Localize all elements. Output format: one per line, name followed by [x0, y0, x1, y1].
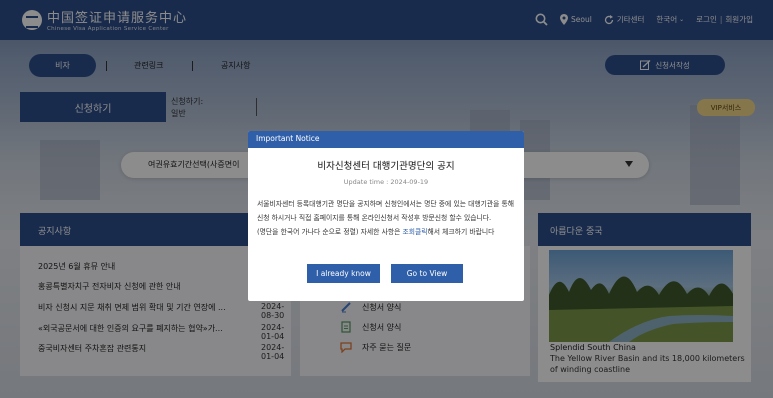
- modal-body-paragraph: 서울비자센터 등록대행기관 명단을 공지하며 신청인에서는 명단 중에 있는 대…: [257, 200, 515, 222]
- important-notice-modal: Important Notice 비자신청센터 대행기관명단의 공지 Updat…: [248, 131, 524, 301]
- go-to-view-button[interactable]: Go to View: [391, 264, 463, 283]
- modal-body: 서울비자센터 등록대행기관 명단을 공지하며 신청인에서는 명단 중에 있는 대…: [257, 197, 517, 239]
- lookup-click-link[interactable]: 조회클릭: [403, 228, 428, 236]
- already-know-button[interactable]: I already know: [307, 264, 380, 283]
- modal-body-text: 해서 체크하기 바랍니다: [427, 228, 495, 236]
- modal-body-paragraph: (명단을 한국어 가나다 순으로 정렬) 자세한 사항은 조회클릭해서 체크하기…: [257, 225, 517, 239]
- modal-header: Important Notice: [248, 131, 524, 148]
- modal-body-text: (명단을 한국어 가나다 순으로 정렬) 자세한 사항은: [257, 228, 403, 236]
- modal-title: 비자신청센터 대행기관명단의 공지: [317, 161, 455, 172]
- modal-update-time: Update time : 2024-09-19: [343, 178, 429, 186]
